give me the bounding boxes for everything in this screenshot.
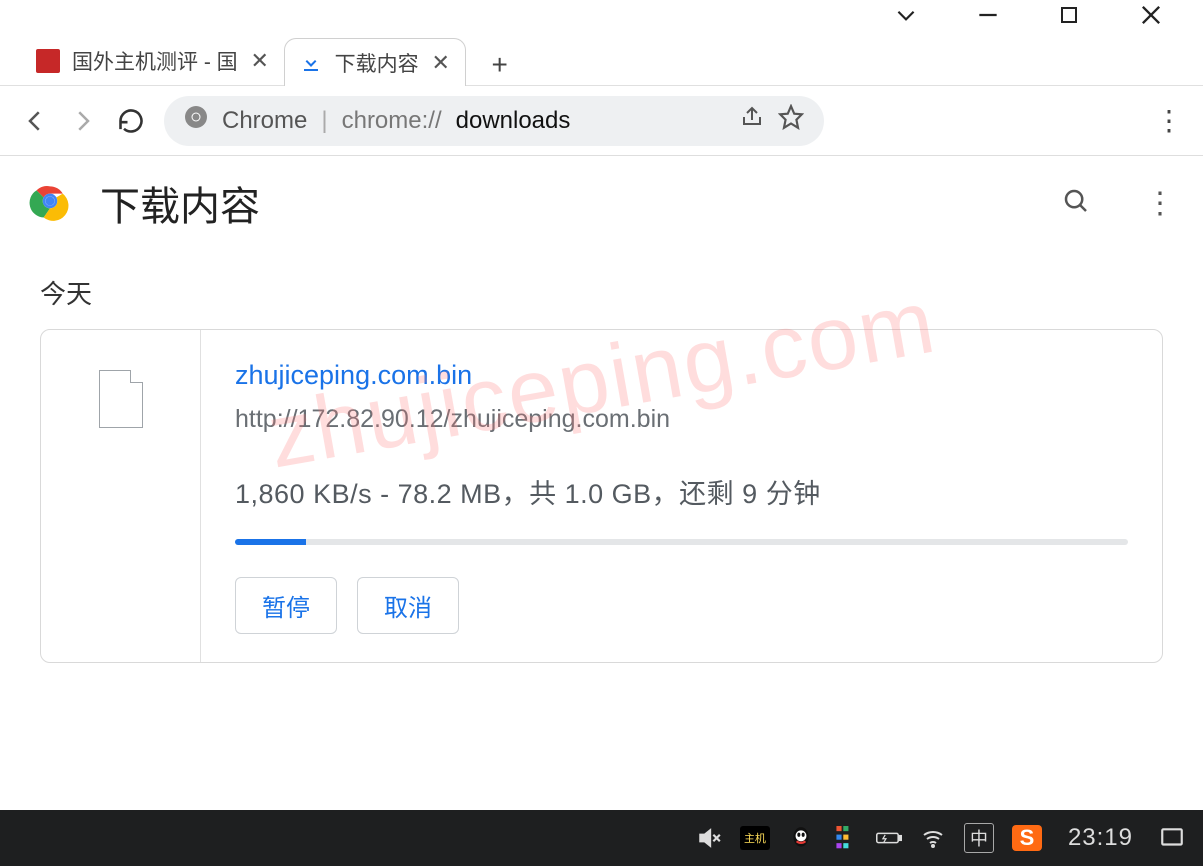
cancel-button[interactable]: 取消	[357, 577, 459, 634]
tab-inactive[interactable]: 国外主机测评 - 国 ✕	[22, 37, 284, 85]
download-filename[interactable]: zhujiceping.com.bin	[235, 360, 1128, 391]
tab-label: 国外主机测评 - 国	[72, 46, 238, 76]
tray-app-icon[interactable]: 主机	[740, 826, 770, 850]
favicon-icon	[36, 49, 60, 73]
back-button[interactable]	[20, 106, 50, 136]
chrome-logo-icon	[28, 179, 72, 228]
omnibox-url-path: downloads	[456, 107, 571, 135]
section-today: 今天	[0, 250, 1203, 329]
progress-fill	[235, 539, 306, 545]
page-header: 下载内容 ⋮	[0, 156, 1203, 250]
pause-button[interactable]: 暂停	[235, 577, 337, 634]
close-icon[interactable]: ✕	[431, 50, 451, 76]
progress-bar	[235, 539, 1128, 545]
omnibox-scheme: Chrome	[222, 107, 307, 135]
omnibox-url-prefix: chrome://	[342, 107, 442, 135]
toolbar: Chrome | chrome:// downloads ⋮	[0, 86, 1203, 156]
window-dropdown-icon[interactable]	[893, 2, 919, 33]
qq-icon[interactable]	[788, 825, 814, 851]
new-tab-button[interactable]: +	[480, 45, 520, 85]
wifi-icon[interactable]	[920, 825, 946, 851]
window-close-icon[interactable]	[1137, 1, 1165, 34]
notifications-icon[interactable]	[1159, 825, 1185, 851]
page-title: 下载内容	[100, 174, 260, 232]
ime-indicator[interactable]: 中	[964, 823, 994, 853]
download-progress-text: 1,860 KB/s - 78.2 MB，共 1.0 GB，还剩 9 分钟	[235, 472, 1128, 511]
taskbar-clock[interactable]: 23:19	[1068, 824, 1133, 852]
download-icon	[299, 51, 323, 75]
tray-color-icon[interactable]	[832, 825, 858, 851]
reload-button[interactable]	[116, 107, 146, 135]
card-thumbnail	[41, 330, 201, 662]
battery-icon[interactable]	[876, 825, 902, 851]
download-url: http://172.82.90.12/zhujiceping.com.bin	[235, 405, 1128, 434]
window-controls	[0, 0, 1203, 34]
tab-label: 下载内容	[335, 48, 419, 78]
window-minimize-icon[interactable]	[975, 2, 1001, 33]
search-icon[interactable]	[1061, 186, 1091, 221]
share-icon[interactable]	[740, 105, 764, 136]
window-maximize-icon[interactable]	[1057, 3, 1081, 32]
download-card: zhujiceping.com.bin http://172.82.90.12/…	[40, 329, 1163, 663]
address-bar[interactable]: Chrome | chrome:// downloads	[164, 96, 824, 146]
tab-active[interactable]: 下载内容 ✕	[284, 38, 466, 86]
taskbar: 主机 中 S 23:19	[0, 810, 1203, 866]
sogou-icon[interactable]: S	[1012, 825, 1042, 851]
browser-menu-icon[interactable]: ⋮	[1155, 104, 1183, 137]
separator: |	[321, 107, 327, 135]
chrome-icon	[184, 105, 208, 136]
file-icon	[99, 370, 143, 428]
volume-mute-icon[interactable]	[696, 825, 722, 851]
star-icon[interactable]	[778, 104, 804, 137]
close-icon[interactable]: ✕	[250, 48, 270, 74]
tab-strip: 国外主机测评 - 国 ✕ 下载内容 ✕ +	[0, 34, 1203, 86]
page-menu-icon[interactable]: ⋮	[1145, 186, 1175, 221]
forward-button[interactable]	[68, 106, 98, 136]
